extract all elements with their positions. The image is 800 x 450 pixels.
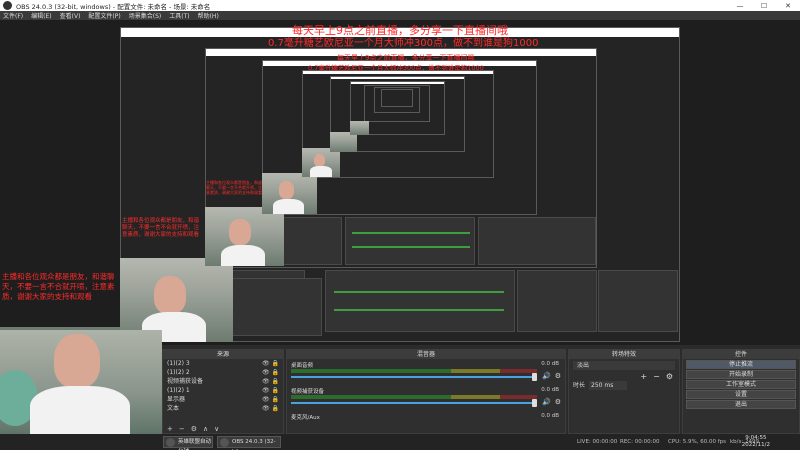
visibility-eye-icon[interactable]: 👁 🔒 <box>262 386 279 395</box>
nested-controls-dock <box>598 270 678 332</box>
controls-header: 控件 <box>683 350 799 359</box>
cpu-status: CPU: 5.9%, 60.00 fps <box>668 439 727 445</box>
gear-icon[interactable]: ⚙ <box>555 372 561 380</box>
nested-docks-2b <box>345 217 475 265</box>
mixer-dock: 混音器 桌面音频 0.0 dB 🔊 ⚙ 视频捕获设备 0.0 dB 🔊 ⚙ 麦克… <box>286 349 566 434</box>
volume-meter <box>291 395 537 399</box>
menu-file[interactable]: 文件(F) <box>3 11 23 20</box>
exit-button[interactable]: 退出 <box>686 400 796 409</box>
menu-help[interactable]: 帮助(H) <box>198 11 219 20</box>
transitions-header: 转场特效 <box>569 350 679 359</box>
menu-scene-collection[interactable]: 场景集合(S) <box>129 11 162 20</box>
nested-mixer-dock <box>325 270 515 332</box>
volume-slider[interactable] <box>291 376 537 378</box>
sources-toolbar: + − ⚙ ∧ ∨ <box>163 424 283 433</box>
source-item[interactable]: (1)(2) 1 👁 🔒 <box>163 386 283 395</box>
obs-app-icon <box>3 1 12 10</box>
status-bar: LIVE: 00:00:00 REC: 00:00:00 CPU: 5.9%, … <box>0 434 800 450</box>
nested-transitions-dock <box>517 270 597 332</box>
remove-source-icon[interactable]: − <box>179 425 185 433</box>
system-clock: 9:04:55 2022/11/2 <box>741 435 770 448</box>
source-item[interactable]: (1)(2) 3 👁 🔒 <box>163 359 283 368</box>
remove-transition-icon[interactable]: − <box>653 372 660 381</box>
transition-select[interactable]: 淡出 <box>573 361 675 370</box>
overlay-notice-3: 主播和各位观众都是朋友，和谐聊天，不要一言不合就开喷，注意素质，谢谢大家的支持和… <box>206 180 262 195</box>
title-bar: OBS 24.0.3 (32-bit, windows) - 配置文件: 未命名… <box>0 0 800 11</box>
studio-mode-button[interactable]: 工作室模式 <box>686 380 796 389</box>
webcam-feed-6 <box>330 132 357 152</box>
window-title: OBS 24.0.3 (32-bit, windows) - 配置文件: 未命名… <box>16 2 211 11</box>
obs-icon <box>220 438 229 447</box>
visibility-eye-icon[interactable]: 👁 🔒 <box>262 404 279 413</box>
start-recording-button[interactable]: 开始录制 <box>686 370 796 379</box>
volume-slider[interactable] <box>291 402 537 404</box>
webcam-feed-foreground <box>0 330 162 434</box>
mixer-header: 混音器 <box>287 350 565 359</box>
duration-row: 时长 250 ms <box>569 381 679 390</box>
transition-buttons: + − ⚙ <box>569 372 679 381</box>
move-up-icon[interactable]: ∧ <box>203 425 208 433</box>
menu-profile[interactable]: 配置文件(P) <box>88 11 120 20</box>
sources-header: 来源 <box>163 350 283 359</box>
visibility-eye-icon[interactable]: 👁 🔒 <box>262 359 279 368</box>
overlay-banner-4: 0.7毫升糖艺欧尼亚一个月大师冲300点，做不到谁是狗1000 <box>308 64 484 72</box>
stop-streaming-button[interactable]: 停止推流 <box>686 360 796 369</box>
speaker-icon[interactable]: 🔊 <box>542 398 551 406</box>
recursive-frame-9 <box>381 89 413 107</box>
volume-slider-knob[interactable] <box>532 399 537 407</box>
menu-edit[interactable]: 编辑(E) <box>31 11 51 20</box>
webcam-feed-3 <box>205 207 284 266</box>
duration-input[interactable]: 250 ms <box>589 381 628 390</box>
overlay-notice-main: 主播和各位观众都是朋友，和谐聊天，不要一言不合就开喷，注意素质，谢谢大家的支持和… <box>2 272 115 301</box>
nested-sources-dock <box>232 278 322 336</box>
settings-button[interactable]: 设置 <box>686 390 796 399</box>
nested-docks-2c <box>478 217 596 265</box>
source-item[interactable]: 视频捕获设备 👁 🔒 <box>163 377 283 386</box>
visibility-eye-icon[interactable]: 👁 🔒 <box>262 368 279 377</box>
gear-icon[interactable]: ⚙ <box>555 398 561 406</box>
visibility-eye-icon[interactable]: 👁 🔒 <box>262 395 279 404</box>
app-icon <box>166 438 175 447</box>
transition-gear-icon[interactable]: ⚙ <box>666 372 673 381</box>
taskbar-app-lol-helper[interactable]: 英雄联盟自动化辅... <box>163 436 213 450</box>
close-button[interactable]: ✕ <box>776 0 800 11</box>
webcam-feed-7 <box>350 121 369 135</box>
visibility-eye-icon[interactable]: 👁 🔒 <box>262 377 279 386</box>
overlay-notice-2: 主播和各位观众都是朋友，和谐聊天，不要一言不合就开喷，注意素质，谢谢大家的支持和… <box>122 218 200 238</box>
window-controls: — ☐ ✕ <box>728 0 800 11</box>
webcam-feed-4 <box>262 173 317 214</box>
sources-dock: 来源 (1)(2) 3 👁 🔒 (1)(2) 2 👁 🔒 视频捕获设备 👁 🔒 (1)… <box>162 349 284 434</box>
add-transition-icon[interactable]: + <box>640 372 647 381</box>
speaker-icon[interactable]: 🔊 <box>542 372 551 380</box>
taskbar-app-obs[interactable]: OBS 24.0.3 (32-bit... <box>217 436 281 450</box>
source-properties-gear-icon[interactable]: ⚙ <box>191 425 197 433</box>
move-down-icon[interactable]: ∨ <box>214 425 219 433</box>
maximize-button[interactable]: ☐ <box>752 0 776 11</box>
controls-dock: 控件 停止推流 开始录制 工作室模式 设置 退出 <box>682 349 800 434</box>
rec-status: REC: 00:00:00 <box>620 439 660 445</box>
webcam-feed-5 <box>302 148 340 177</box>
add-source-icon[interactable]: + <box>167 425 173 433</box>
volume-slider-knob[interactable] <box>532 373 537 381</box>
source-item[interactable]: 文本 👁 🔒 <box>163 404 283 413</box>
source-item[interactable]: (1)(2) 2 👁 🔒 <box>163 368 283 377</box>
live-status: LIVE: 00:00:00 <box>577 439 618 445</box>
mixer-channel-mic: 视频捕获设备 0.0 dB 🔊 ⚙ <box>291 387 561 407</box>
menu-tools[interactable]: 工具(T) <box>169 11 189 20</box>
minimize-button[interactable]: — <box>728 0 752 11</box>
preview-canvas[interactable]: 每天早上9点之前直播，多分享一下直播间哦 0.7毫升糖艺欧尼亚一个月大师冲300… <box>0 20 800 345</box>
overlay-banner-2: 0.7毫升糖艺欧尼亚一个月大师冲300点，做不到谁是狗1000 <box>268 38 539 49</box>
mixer-channel-desktop: 桌面音频 0.0 dB 🔊 ⚙ <box>291 361 561 381</box>
menu-bar: 文件(F) 编辑(E) 查看(V) 配置文件(P) 场景集合(S) 工具(T) … <box>0 11 800 20</box>
menu-view[interactable]: 查看(V) <box>60 11 81 20</box>
source-item[interactable]: 显示器 👁 🔒 <box>163 395 283 404</box>
volume-meter <box>291 369 537 373</box>
transitions-dock: 转场特效 淡出 + − ⚙ 时长 250 ms <box>568 349 680 434</box>
